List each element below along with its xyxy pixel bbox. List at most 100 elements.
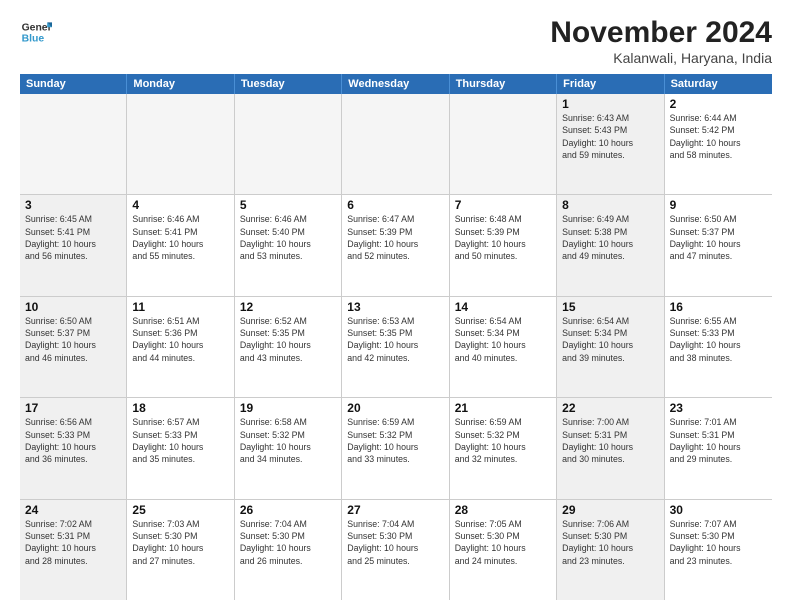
day-number: 21 [455, 401, 551, 415]
day-info: Sunrise: 6:48 AM Sunset: 5:39 PM Dayligh… [455, 213, 551, 262]
day-info: Sunrise: 6:56 AM Sunset: 5:33 PM Dayligh… [25, 416, 121, 465]
day-number: 6 [347, 198, 443, 212]
day-number: 22 [562, 401, 658, 415]
day-number: 7 [455, 198, 551, 212]
calendar-week-5: 24Sunrise: 7:02 AM Sunset: 5:31 PM Dayli… [20, 500, 772, 600]
calendar-day-6: 6Sunrise: 6:47 AM Sunset: 5:39 PM Daylig… [342, 195, 449, 295]
calendar-header-friday: Friday [557, 74, 664, 94]
calendar-day-30: 30Sunrise: 7:07 AM Sunset: 5:30 PM Dayli… [665, 500, 772, 600]
calendar-day-18: 18Sunrise: 6:57 AM Sunset: 5:33 PM Dayli… [127, 398, 234, 498]
day-info: Sunrise: 6:46 AM Sunset: 5:41 PM Dayligh… [132, 213, 228, 262]
day-info: Sunrise: 6:43 AM Sunset: 5:43 PM Dayligh… [562, 112, 658, 161]
calendar-day-7: 7Sunrise: 6:48 AM Sunset: 5:39 PM Daylig… [450, 195, 557, 295]
day-number: 30 [670, 503, 767, 517]
day-number: 28 [455, 503, 551, 517]
calendar-day-24: 24Sunrise: 7:02 AM Sunset: 5:31 PM Dayli… [20, 500, 127, 600]
calendar-day-13: 13Sunrise: 6:53 AM Sunset: 5:35 PM Dayli… [342, 297, 449, 397]
calendar-day-16: 16Sunrise: 6:55 AM Sunset: 5:33 PM Dayli… [665, 297, 772, 397]
day-info: Sunrise: 6:57 AM Sunset: 5:33 PM Dayligh… [132, 416, 228, 465]
calendar-week-4: 17Sunrise: 6:56 AM Sunset: 5:33 PM Dayli… [20, 398, 772, 499]
day-number: 25 [132, 503, 228, 517]
day-number: 10 [25, 300, 121, 314]
day-number: 23 [670, 401, 767, 415]
calendar-empty-cell [342, 94, 449, 194]
logo: General Blue [20, 16, 52, 48]
day-info: Sunrise: 6:49 AM Sunset: 5:38 PM Dayligh… [562, 213, 658, 262]
header: General Blue November 2024 Kalanwali, Ha… [20, 16, 772, 66]
main-title: November 2024 [550, 16, 772, 50]
day-info: Sunrise: 6:58 AM Sunset: 5:32 PM Dayligh… [240, 416, 336, 465]
day-number: 1 [562, 97, 658, 111]
day-number: 8 [562, 198, 658, 212]
day-info: Sunrise: 7:03 AM Sunset: 5:30 PM Dayligh… [132, 518, 228, 567]
calendar-day-5: 5Sunrise: 6:46 AM Sunset: 5:40 PM Daylig… [235, 195, 342, 295]
calendar-day-19: 19Sunrise: 6:58 AM Sunset: 5:32 PM Dayli… [235, 398, 342, 498]
day-info: Sunrise: 7:05 AM Sunset: 5:30 PM Dayligh… [455, 518, 551, 567]
calendar-header-tuesday: Tuesday [235, 74, 342, 94]
calendar-day-27: 27Sunrise: 7:04 AM Sunset: 5:30 PM Dayli… [342, 500, 449, 600]
page: General Blue November 2024 Kalanwali, Ha… [0, 0, 792, 612]
title-block: November 2024 Kalanwali, Haryana, India [550, 16, 772, 66]
calendar-day-23: 23Sunrise: 7:01 AM Sunset: 5:31 PM Dayli… [665, 398, 772, 498]
day-number: 4 [132, 198, 228, 212]
day-number: 18 [132, 401, 228, 415]
calendar: SundayMondayTuesdayWednesdayThursdayFrid… [20, 74, 772, 600]
calendar-day-28: 28Sunrise: 7:05 AM Sunset: 5:30 PM Dayli… [450, 500, 557, 600]
day-info: Sunrise: 6:47 AM Sunset: 5:39 PM Dayligh… [347, 213, 443, 262]
day-info: Sunrise: 6:45 AM Sunset: 5:41 PM Dayligh… [25, 213, 121, 262]
day-number: 26 [240, 503, 336, 517]
day-number: 3 [25, 198, 121, 212]
day-info: Sunrise: 6:55 AM Sunset: 5:33 PM Dayligh… [670, 315, 767, 364]
day-number: 5 [240, 198, 336, 212]
calendar-day-4: 4Sunrise: 6:46 AM Sunset: 5:41 PM Daylig… [127, 195, 234, 295]
day-number: 15 [562, 300, 658, 314]
calendar-header-saturday: Saturday [665, 74, 772, 94]
calendar-empty-cell [20, 94, 127, 194]
day-number: 19 [240, 401, 336, 415]
calendar-week-1: 1Sunrise: 6:43 AM Sunset: 5:43 PM Daylig… [20, 94, 772, 195]
day-number: 14 [455, 300, 551, 314]
calendar-header-wednesday: Wednesday [342, 74, 449, 94]
day-info: Sunrise: 6:51 AM Sunset: 5:36 PM Dayligh… [132, 315, 228, 364]
day-number: 9 [670, 198, 767, 212]
subtitle: Kalanwali, Haryana, India [550, 50, 772, 66]
day-info: Sunrise: 6:59 AM Sunset: 5:32 PM Dayligh… [347, 416, 443, 465]
day-info: Sunrise: 6:50 AM Sunset: 5:37 PM Dayligh… [670, 213, 767, 262]
calendar-day-22: 22Sunrise: 7:00 AM Sunset: 5:31 PM Dayli… [557, 398, 664, 498]
day-info: Sunrise: 6:54 AM Sunset: 5:34 PM Dayligh… [455, 315, 551, 364]
day-info: Sunrise: 7:04 AM Sunset: 5:30 PM Dayligh… [240, 518, 336, 567]
calendar-body: 1Sunrise: 6:43 AM Sunset: 5:43 PM Daylig… [20, 94, 772, 600]
calendar-day-11: 11Sunrise: 6:51 AM Sunset: 5:36 PM Dayli… [127, 297, 234, 397]
day-info: Sunrise: 6:53 AM Sunset: 5:35 PM Dayligh… [347, 315, 443, 364]
calendar-empty-cell [127, 94, 234, 194]
day-number: 27 [347, 503, 443, 517]
day-info: Sunrise: 7:04 AM Sunset: 5:30 PM Dayligh… [347, 518, 443, 567]
day-info: Sunrise: 7:02 AM Sunset: 5:31 PM Dayligh… [25, 518, 121, 567]
day-number: 12 [240, 300, 336, 314]
calendar-day-21: 21Sunrise: 6:59 AM Sunset: 5:32 PM Dayli… [450, 398, 557, 498]
calendar-header-monday: Monday [127, 74, 234, 94]
day-number: 11 [132, 300, 228, 314]
calendar-empty-cell [235, 94, 342, 194]
calendar-week-2: 3Sunrise: 6:45 AM Sunset: 5:41 PM Daylig… [20, 195, 772, 296]
calendar-day-29: 29Sunrise: 7:06 AM Sunset: 5:30 PM Dayli… [557, 500, 664, 600]
calendar-week-3: 10Sunrise: 6:50 AM Sunset: 5:37 PM Dayli… [20, 297, 772, 398]
calendar-day-1: 1Sunrise: 6:43 AM Sunset: 5:43 PM Daylig… [557, 94, 664, 194]
day-info: Sunrise: 6:59 AM Sunset: 5:32 PM Dayligh… [455, 416, 551, 465]
day-number: 16 [670, 300, 767, 314]
day-info: Sunrise: 6:50 AM Sunset: 5:37 PM Dayligh… [25, 315, 121, 364]
calendar-day-9: 9Sunrise: 6:50 AM Sunset: 5:37 PM Daylig… [665, 195, 772, 295]
calendar-day-14: 14Sunrise: 6:54 AM Sunset: 5:34 PM Dayli… [450, 297, 557, 397]
day-info: Sunrise: 7:07 AM Sunset: 5:30 PM Dayligh… [670, 518, 767, 567]
day-info: Sunrise: 6:52 AM Sunset: 5:35 PM Dayligh… [240, 315, 336, 364]
calendar-day-2: 2Sunrise: 6:44 AM Sunset: 5:42 PM Daylig… [665, 94, 772, 194]
calendar-header-sunday: Sunday [20, 74, 127, 94]
calendar-day-20: 20Sunrise: 6:59 AM Sunset: 5:32 PM Dayli… [342, 398, 449, 498]
day-number: 2 [670, 97, 767, 111]
day-number: 24 [25, 503, 121, 517]
day-number: 17 [25, 401, 121, 415]
calendar-day-12: 12Sunrise: 6:52 AM Sunset: 5:35 PM Dayli… [235, 297, 342, 397]
calendar-header-thursday: Thursday [450, 74, 557, 94]
day-number: 13 [347, 300, 443, 314]
calendar-day-15: 15Sunrise: 6:54 AM Sunset: 5:34 PM Dayli… [557, 297, 664, 397]
